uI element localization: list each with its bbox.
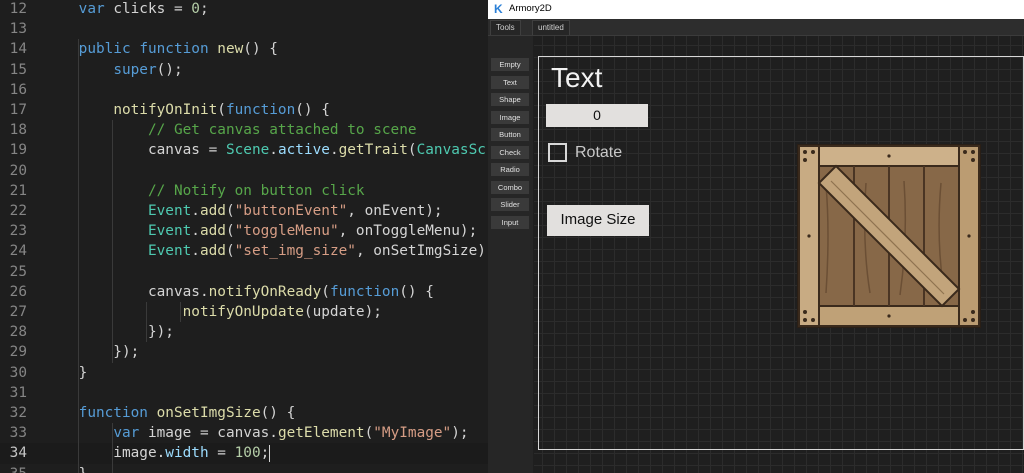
code-line[interactable]: 27 notifyOnUpdate(update); <box>0 302 488 322</box>
tool-button-shape[interactable]: Shape <box>491 93 529 106</box>
line-number: 29 <box>9 344 27 361</box>
canvas-area[interactable]: Text 0 Rotate Image Size <box>534 36 1024 473</box>
code-text: function onSetImgSize() { <box>78 405 296 421</box>
line-number: 23 <box>9 223 27 240</box>
code-line[interactable]: 13 <box>0 19 488 39</box>
code-line[interactable]: 34 image.width = 100; <box>0 443 488 464</box>
code-line[interactable]: 33 var image = canvas.getElement("MyImag… <box>0 423 488 443</box>
code-line[interactable]: 32 function onSetImgSize() { <box>0 403 488 423</box>
code-text: notifyOnInit(function() { <box>113 102 330 118</box>
code-text: Event.add("buttonEvent", onEvent); <box>147 203 443 219</box>
armory-logo-icon: K <box>494 2 503 16</box>
line-number: 33 <box>9 425 27 442</box>
code-line[interactable]: 24 Event.add("set_img_size", onSetImgSiz… <box>0 241 488 261</box>
line-number: 15 <box>9 61 27 78</box>
code-line[interactable]: 15 super(); <box>0 60 488 80</box>
rotate-checkbox[interactable] <box>548 143 567 162</box>
line-number: 12 <box>9 1 27 17</box>
tool-button-combo[interactable]: Combo <box>491 180 529 194</box>
code-text: var clicks = 0; <box>78 1 209 17</box>
code-line[interactable]: 35 } <box>0 464 488 473</box>
line-number: 17 <box>9 102 27 118</box>
code-line[interactable]: 21 // Notify on button click <box>0 181 488 201</box>
text-caret <box>269 444 271 462</box>
rotate-checkbox-label: Rotate <box>575 144 623 161</box>
code-editor[interactable]: 12 var clicks = 0; 13 14 public function n… <box>0 0 488 473</box>
line-number: 13 <box>9 21 27 38</box>
title-bar: K Armory2D <box>488 0 1024 19</box>
code-line[interactable]: 16 <box>0 80 488 100</box>
line-number: 20 <box>9 162 27 179</box>
code-text: } <box>44 364 88 381</box>
code-line[interactable]: 26 canvas.notifyOnReady(function() { <box>0 282 488 302</box>
code-line[interactable]: 18 // Get canvas attached to scene <box>0 120 488 140</box>
code-line[interactable]: 30 } <box>0 363 488 383</box>
code-text: canvas = Scene.active.getTrait(CanvasScr… <box>44 142 488 159</box>
code-text: var image = canvas.getElement("MyImage")… <box>113 425 469 442</box>
tab-tools[interactable]: Tools <box>490 20 521 35</box>
line-number: 26 <box>9 283 27 300</box>
line-number: 27 <box>9 304 27 320</box>
code-text: Event.add("toggleMenu", onToggleMenu); <box>147 223 478 240</box>
code-line[interactable]: 31 <box>0 383 488 403</box>
tool-button-empty[interactable]: Empty <box>491 58 529 71</box>
code-text: super(); <box>113 61 183 78</box>
code-line[interactable]: 29 }); <box>0 342 488 362</box>
line-number: 30 <box>9 364 27 381</box>
line-number: 21 <box>9 182 27 199</box>
code-line[interactable]: 25 <box>0 262 488 282</box>
line-number: 35 <box>0 464 27 473</box>
tool-button-radio[interactable]: Radio <box>491 163 529 176</box>
code-line[interactable]: 14 public function new() { <box>0 39 488 59</box>
code-text: } <box>44 464 88 473</box>
code-line[interactable]: 17 notifyOnInit(function() { <box>0 100 488 120</box>
code-line[interactable]: 19 canvas = Scene.active.getTrait(Canvas… <box>0 140 488 160</box>
tool-button-button[interactable]: Button <box>491 128 529 141</box>
tool-button-check[interactable]: Check <box>491 145 529 159</box>
image-size-button[interactable]: Image Size <box>547 205 649 236</box>
line-number: 14 <box>9 41 27 58</box>
armory2d-window: K Armory2D Tools untitled Empty Text Shape… <box>488 0 1024 473</box>
indent-guide <box>112 120 113 363</box>
code-text: Event.add("set_img_size", onSetImgSize); <box>147 243 488 260</box>
tool-button-text[interactable]: Text <box>491 75 529 89</box>
indent-guide <box>146 302 147 343</box>
code-line[interactable]: 12 var clicks = 0; <box>0 0 488 19</box>
canvas-counter-button[interactable]: 0 <box>546 104 648 127</box>
code-line[interactable]: 22 Event.add("buttonEvent", onEvent); <box>0 201 488 221</box>
code-text: canvas.notifyOnReady(function() { <box>44 283 434 300</box>
line-number: 32 <box>9 405 27 421</box>
line-number: 24 <box>9 243 27 260</box>
tool-button-input[interactable]: Input <box>491 215 529 229</box>
line-number: 22 <box>9 203 27 219</box>
line-number: 18 <box>9 122 27 139</box>
line-number: 19 <box>9 142 27 159</box>
indent-guide <box>78 39 79 473</box>
tool-button-slider[interactable]: Slider <box>491 198 529 211</box>
crate-image[interactable] <box>796 143 982 329</box>
line-number: 28 <box>9 324 27 341</box>
tool-button-image[interactable]: Image <box>491 110 529 124</box>
tools-panel: Empty Text Shape Image Button Check Radio Combo… <box>488 36 533 473</box>
code-text: notifyOnUpdate(update); <box>182 304 382 320</box>
code-text: public function new() { <box>78 41 278 58</box>
canvas-text-element[interactable]: Text <box>551 61 602 95</box>
code-line[interactable]: 28 }); <box>0 322 488 342</box>
code-text: }); <box>44 344 140 361</box>
indent-guide <box>112 423 113 473</box>
tab-bar: Tools untitled <box>488 19 1024 36</box>
code-text: // Get canvas attached to scene <box>147 122 417 139</box>
code-text: }); <box>44 324 174 341</box>
window-title: Armory2D <box>509 3 552 14</box>
line-number: 31 <box>9 384 27 401</box>
indent-guide <box>180 302 181 323</box>
tab-untitled[interactable]: untitled <box>532 20 570 35</box>
code-line[interactable]: 23 Event.add("toggleMenu", onToggleMenu)… <box>0 221 488 241</box>
line-number: 25 <box>9 263 27 280</box>
code-line[interactable]: 20 <box>0 161 488 181</box>
code-text: // Notify on button click <box>147 182 365 199</box>
line-number: 34 <box>9 445 27 462</box>
line-number: 16 <box>9 81 27 98</box>
